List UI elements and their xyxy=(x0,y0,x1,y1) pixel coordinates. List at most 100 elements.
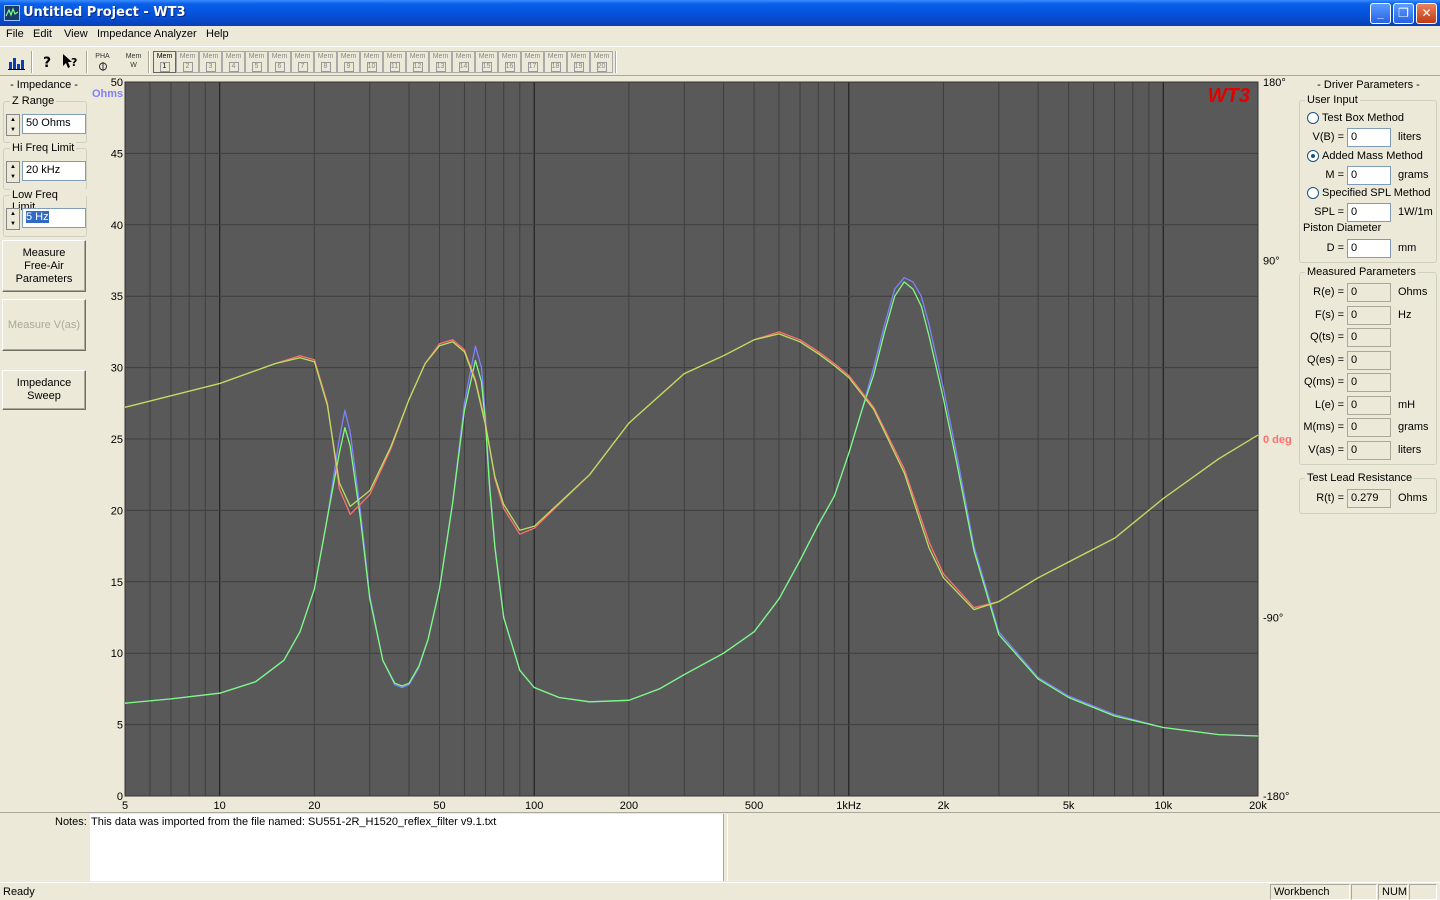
x-tick-label: 20 xyxy=(308,800,320,812)
hi-freq-label: Hi Freq Limit xyxy=(10,142,77,154)
help-icon[interactable]: ? xyxy=(36,51,59,73)
mem-slot-label: Mem xyxy=(340,53,357,60)
measure-free-air-button[interactable]: Measure Free-Air Parameters xyxy=(2,240,86,292)
measured-field-label: V(as) = xyxy=(1308,443,1344,456)
z-range-label: Z Range xyxy=(10,95,57,107)
menu-view[interactable]: View xyxy=(64,28,88,40)
mem-slot-3-button[interactable]: Mem 3 xyxy=(199,51,222,73)
y-tick-label: 30 xyxy=(111,363,123,375)
measured-row: L(e) = 0 mH xyxy=(1300,395,1438,416)
mem-slot-label: Mem xyxy=(248,53,265,60)
method-label-1[interactable]: Added Mass Method xyxy=(1322,150,1423,162)
maximize-button[interactable]: ❐ xyxy=(1393,3,1414,24)
notes-textbox[interactable]: This data was imported from the file nam… xyxy=(90,814,724,881)
toolbar: ? ? PHA Mem W Mem 1 Mem 2 Mem 3 Mem 4 Mem 5 Mem 6 Me… xyxy=(0,46,1440,76)
test-lead-label: Test Lead Resistance xyxy=(1305,472,1415,484)
method-input[interactable]: 0 xyxy=(1347,165,1391,185)
test-lead-row: R(t) = 0.279 Ohms xyxy=(1300,489,1438,509)
impedance-sweep-button[interactable]: Impedance Sweep xyxy=(2,370,86,410)
mem-slot-label: Mem xyxy=(524,53,541,60)
mem-write-button[interactable]: Mem W xyxy=(122,51,145,73)
mem-slot-18-button[interactable]: Mem 18 xyxy=(544,51,567,73)
mem-slot-9-button[interactable]: Mem 9 xyxy=(337,51,360,73)
method-radio-1[interactable] xyxy=(1307,149,1319,162)
context-help-icon[interactable]: ? xyxy=(59,51,82,73)
hi-freq-spinner[interactable]: ▲ ▼ xyxy=(6,161,20,183)
mem-slot-16-button[interactable]: Mem 16 xyxy=(498,51,521,73)
status-bar: Ready Workbench NUM xyxy=(0,882,1440,900)
mem-slot-number: 19 xyxy=(573,62,584,72)
mem-slot-13-button[interactable]: Mem 13 xyxy=(429,51,452,73)
mem-slot-14-button[interactable]: Mem 14 xyxy=(452,51,475,73)
mem-slot-15-button[interactable]: Mem 15 xyxy=(475,51,498,73)
z-range-spinner[interactable]: ▲ ▼ xyxy=(6,114,20,136)
mem-slot-7-button[interactable]: Mem 7 xyxy=(291,51,314,73)
mem-slot-number: 8 xyxy=(320,62,331,72)
mem-slot-2-button[interactable]: Mem 2 xyxy=(176,51,199,73)
impedance-panel: - Impedance - Z Range ▲ ▼ 50 Ohms Hi Freq… xyxy=(0,77,90,812)
piston-input[interactable]: 0 xyxy=(1347,239,1391,258)
mem-write-top-label: Mem xyxy=(125,53,142,60)
mem-slot-label: Mem xyxy=(478,53,495,60)
mem-slot-number: 3 xyxy=(205,62,216,72)
menu-file[interactable]: File xyxy=(6,28,24,40)
mem-slot-11-button[interactable]: Mem 11 xyxy=(383,51,406,73)
hi-freq-field[interactable]: 20 kHz xyxy=(22,161,86,181)
mem-slot-10-button[interactable]: Mem 10 xyxy=(360,51,383,73)
mem-slot-label: Mem xyxy=(593,53,610,60)
chart-icon[interactable] xyxy=(5,51,28,73)
mem-slot-20-button[interactable]: Mem 20 xyxy=(590,51,613,73)
pha-button[interactable]: PHA xyxy=(91,51,114,73)
impedance-plot[interactable]: 5 10 20 50 100 200 500 1kHz 2k 5k 10k 20k 0 5 10 15 20 25… xyxy=(90,77,1297,812)
mem-slot-number: 9 xyxy=(343,62,354,72)
z-range-field[interactable]: 50 Ohms xyxy=(22,114,86,134)
method-label-0[interactable]: Test Box Method xyxy=(1322,112,1404,124)
measured-unit: Hz xyxy=(1398,308,1412,321)
piston-field-label: D = xyxy=(1326,242,1344,254)
test-lead-input[interactable]: 0.279 xyxy=(1347,489,1391,508)
method-radio-0[interactable] xyxy=(1307,112,1319,124)
method-label-2[interactable]: Specified SPL Method xyxy=(1322,187,1430,199)
measured-value: 0 xyxy=(1347,373,1391,392)
mem-slot-number: 20 xyxy=(596,62,607,72)
measured-unit: grams xyxy=(1398,421,1429,433)
status-workbench: Workbench xyxy=(1270,884,1350,900)
mem-slot-4-button[interactable]: Mem 4 xyxy=(222,51,245,73)
mem-slot-19-button[interactable]: Mem 19 xyxy=(567,51,590,73)
measured-unit: Ohms xyxy=(1398,286,1428,298)
menu-impedance-analyzer[interactable]: Impedance Analyzer xyxy=(97,28,197,40)
status-scrl xyxy=(1409,884,1437,900)
mem-slot-number: 6 xyxy=(274,62,285,72)
menu-help[interactable]: Help xyxy=(206,28,229,40)
measured-row: V(as) = 0 liters xyxy=(1300,440,1438,461)
wt3-logo: WT3 xyxy=(1208,85,1250,107)
measure-vas-button[interactable]: Measure V(as) xyxy=(2,299,86,351)
method-input-row-0: V(B) = 0 liters xyxy=(1300,128,1438,148)
measured-row: Q(es) = 0 xyxy=(1300,350,1438,371)
mem-slot-12-button[interactable]: Mem 12 xyxy=(406,51,429,73)
close-button[interactable]: ✕ xyxy=(1416,3,1437,24)
measured-field-label: Q(ts) = xyxy=(1310,331,1344,343)
mem-slot-17-button[interactable]: Mem 17 xyxy=(521,51,544,73)
method-radio-2[interactable] xyxy=(1307,187,1319,199)
minimize-button[interactable]: _ xyxy=(1370,3,1391,24)
menu-edit[interactable]: Edit xyxy=(33,28,52,40)
mem-slot-label: Mem xyxy=(225,53,242,60)
x-tick-label: 10k xyxy=(1154,800,1172,812)
method-input[interactable]: 0 xyxy=(1347,128,1391,147)
low-freq-field[interactable]: 5 Hz xyxy=(22,208,86,228)
low-freq-spinner[interactable]: ▲ ▼ xyxy=(6,208,20,230)
mem-slot-1-button[interactable]: Mem 1 xyxy=(153,51,176,73)
mem-slot-6-button[interactable]: Mem 6 xyxy=(268,51,291,73)
mem-slot-8-button[interactable]: Mem 8 xyxy=(314,51,337,73)
y-tick-label: 35 xyxy=(111,291,123,303)
phase-tick-label: -180° xyxy=(1263,791,1289,803)
mem-slot-label: Mem xyxy=(179,53,196,60)
mem-slot-number: 11 xyxy=(389,62,400,72)
x-tick-label: 2k xyxy=(938,800,950,812)
mem-slot-5-button[interactable]: Mem 5 xyxy=(245,51,268,73)
method-input[interactable]: 0 xyxy=(1347,203,1391,222)
mem-slot-label: Mem xyxy=(501,53,518,60)
window-title: Untitled Project - WT3 xyxy=(23,5,186,20)
impedance-chart[interactable]: 5 10 20 50 100 200 500 1kHz 2k 5k 10k 20k0510152025… xyxy=(90,77,1297,812)
